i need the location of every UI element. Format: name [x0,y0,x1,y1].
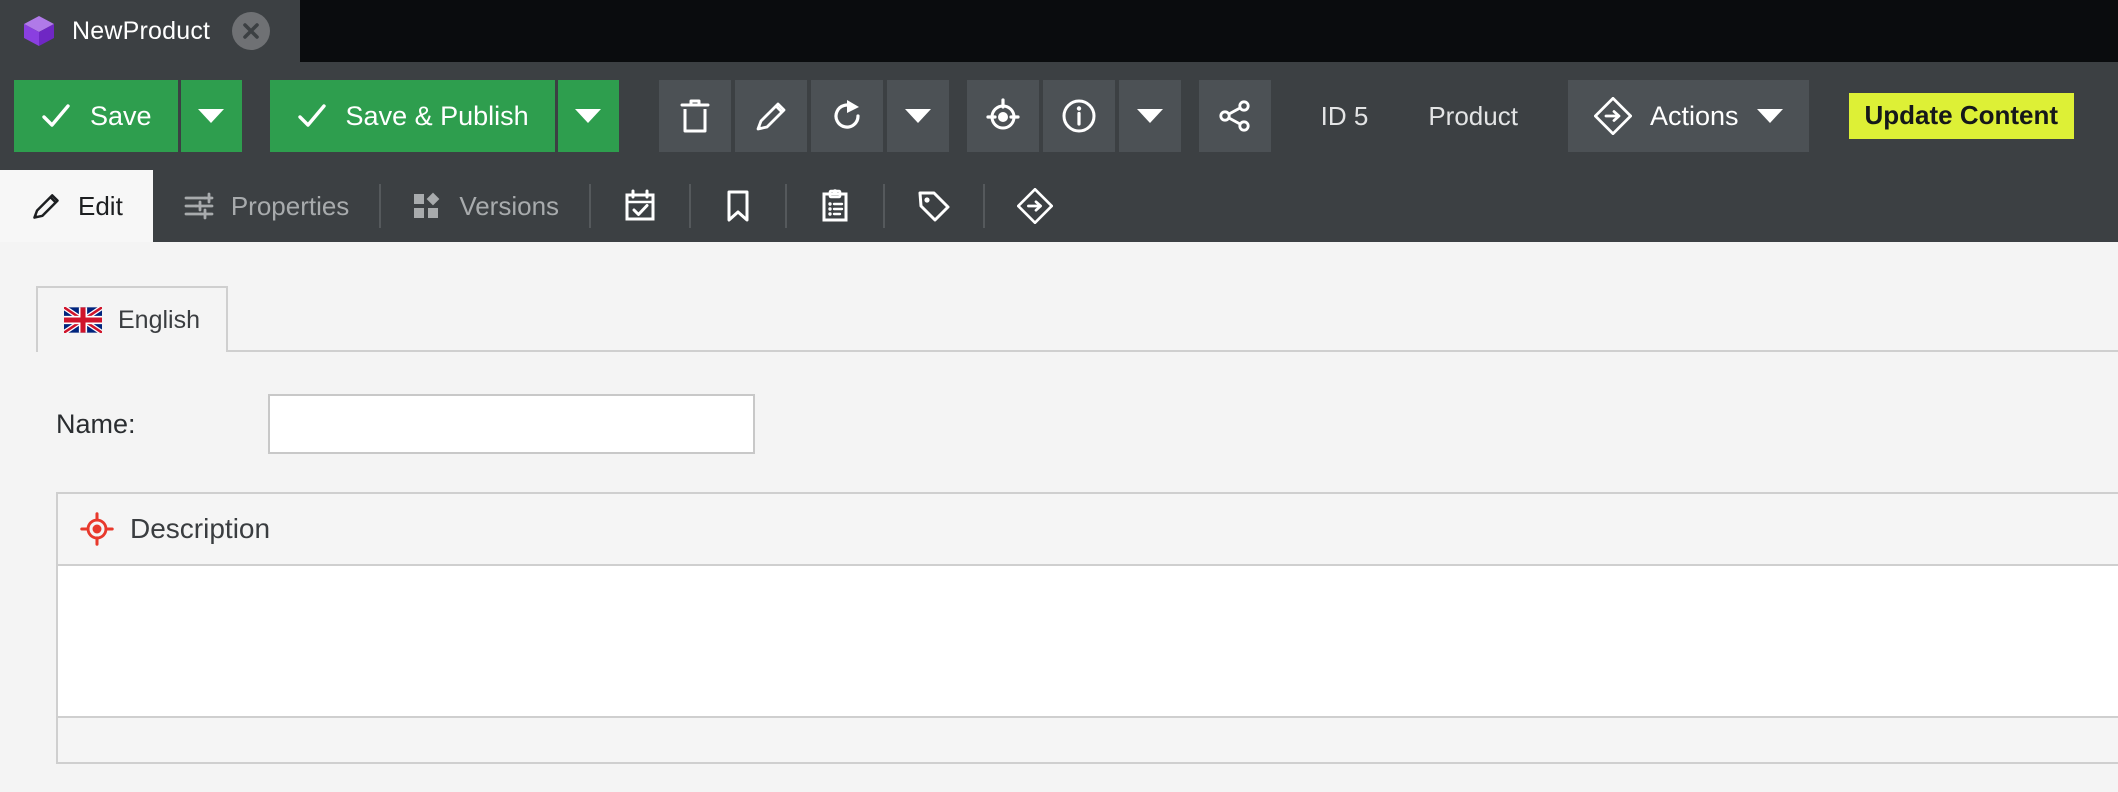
description-panel: Description [56,492,2118,764]
refresh-icon [829,98,865,134]
info-icon [1060,97,1098,135]
check-icon [296,100,328,132]
target-button[interactable] [966,80,1039,152]
chevron-down-icon [1756,108,1783,124]
edit-pencil-icon [753,98,789,134]
update-content-badge[interactable]: Update Content [1848,93,2075,139]
actions-button-label: Actions [1649,100,1739,131]
chevron-down-icon [198,108,225,124]
info-button[interactable] [1042,80,1115,152]
tab-tasks[interactable] [787,170,883,242]
trash-icon [678,97,712,135]
content-area: English Name: Description [0,242,2118,792]
tab-bookmarks[interactable] [691,170,785,242]
actions-button[interactable]: Actions [1567,80,1809,152]
description-body[interactable] [58,566,2118,716]
tab-actions[interactable] [985,170,1085,242]
language-tab-english[interactable]: English [36,286,228,352]
language-tab-label: English [118,305,200,334]
language-tab-bar: English [36,286,2118,352]
versions-icon [411,190,443,222]
tab-properties-label: Properties [230,190,350,221]
name-input[interactable] [268,394,755,454]
tab-properties[interactable]: Properties [153,170,380,242]
diamond-arrow-icon [1017,188,1054,224]
tab-versions[interactable]: Versions [381,170,589,242]
close-icon[interactable] [232,12,271,50]
sliders-icon [183,190,215,222]
name-field-label: Name: [56,408,136,439]
edit-pencil-icon [30,190,62,222]
tab-tags[interactable] [885,170,983,242]
clipboard-list-icon [819,189,851,223]
target-icon [984,97,1022,135]
name-field-row: Name: [56,394,2118,454]
uk-flag-icon [64,307,102,333]
record-id-label: ID 5 [1320,100,1369,131]
save-button-label: Save [90,100,152,131]
description-header: Description [58,494,2118,566]
diamond-arrow-icon [1593,97,1632,135]
red-target-icon[interactable] [80,512,114,546]
check-icon [40,100,72,132]
save-publish-button[interactable]: Save & Publish [269,80,555,152]
document-tab-title: NewProduct [72,16,211,45]
refresh-button[interactable] [810,80,883,152]
tab-strip: Edit Properties Versions [0,170,2118,242]
tab-schedule[interactable] [591,170,689,242]
save-publish-dropdown-button[interactable] [554,80,619,152]
refresh-dropdown-button[interactable] [886,80,949,152]
delete-button[interactable] [658,80,731,152]
description-footer [58,716,2118,762]
chevron-down-icon [1136,108,1163,124]
tab-edit-label: Edit [78,190,123,221]
calendar-check-icon [623,189,657,223]
save-button[interactable]: Save [14,80,178,152]
save-publish-button-label: Save & Publish [345,100,529,131]
main-toolbar: Save Save & Publish ID 5 Product Actions… [0,62,2118,170]
description-title: Description [130,513,271,544]
tab-edit[interactable]: Edit [0,170,153,242]
record-type-label: Product [1428,100,1518,131]
title-bar: NewProduct [0,0,2118,62]
share-button[interactable] [1198,80,1271,152]
tag-icon [917,189,951,223]
chevron-down-icon [904,108,931,124]
edit-button[interactable] [734,80,807,152]
info-dropdown-button[interactable] [1118,80,1181,152]
document-tab[interactable]: NewProduct [0,0,300,62]
bookmark-icon [723,189,753,223]
cube-icon [22,14,56,48]
share-icon [1217,98,1253,134]
chevron-down-icon [575,108,602,124]
save-dropdown-button[interactable] [177,80,242,152]
tab-versions-label: Versions [459,190,560,221]
